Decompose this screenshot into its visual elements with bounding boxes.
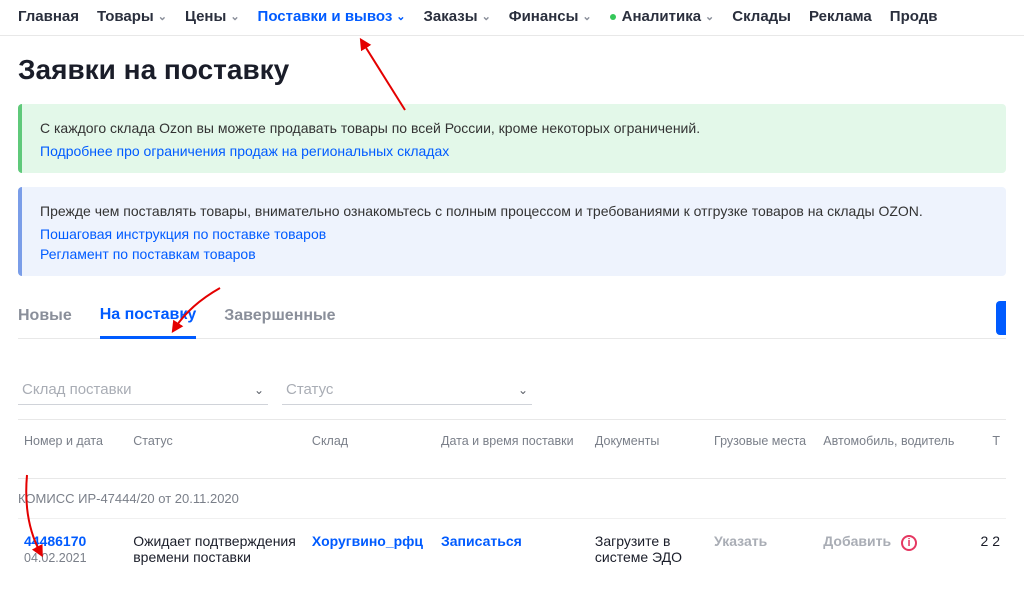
info-banner-instructions: Прежде чем поставлять товары, внимательн… bbox=[18, 187, 1006, 276]
order-date: 04.02.2021 bbox=[24, 551, 121, 565]
col-warehouse: Склад bbox=[306, 434, 435, 448]
nav-warehouses[interactable]: Склады bbox=[732, 8, 791, 25]
order-id-link[interactable]: 44486170 bbox=[24, 533, 121, 549]
info-banner-regions: С каждого склада Ozon вы можете продават… bbox=[18, 104, 1006, 173]
chevron-down-icon: ⌄ bbox=[230, 10, 239, 23]
filters-row: Склад поставки ⌄ Статус ⌄ bbox=[18, 339, 1006, 419]
row-car-action[interactable]: Добавить bbox=[823, 533, 891, 549]
notification-dot-icon bbox=[610, 14, 616, 20]
col-number: Номер и дата bbox=[18, 434, 127, 448]
tab-supply[interactable]: На поставку bbox=[100, 298, 197, 339]
chevron-down-icon: ⌄ bbox=[705, 10, 714, 23]
chevron-down-icon: ⌄ bbox=[158, 10, 167, 23]
nav-supply[interactable]: Поставки и вывоз⌄ bbox=[258, 8, 406, 25]
table-group-label: КОМИСС ИР-47444/20 от 20.11.2020 bbox=[18, 479, 1006, 519]
filter-warehouse[interactable]: Склад поставки ⌄ bbox=[18, 375, 268, 405]
filter-status[interactable]: Статус ⌄ bbox=[282, 375, 532, 405]
primary-action-button[interactable] bbox=[996, 301, 1006, 335]
col-datetime: Дата и время поставки bbox=[435, 434, 589, 448]
row-last: 2 2 bbox=[966, 533, 1006, 549]
nav-promo[interactable]: Продв bbox=[890, 8, 938, 25]
col-car: Автомобиль, водитель bbox=[817, 434, 966, 448]
table-header: Номер и дата Статус Склад Дата и время п… bbox=[18, 419, 1006, 479]
banner-text: С каждого склада Ozon вы можете продават… bbox=[40, 118, 988, 139]
table-row: 44486170 04.02.2021 Ожидает подтверждени… bbox=[18, 519, 1006, 579]
col-cargo: Грузовые места bbox=[708, 434, 817, 448]
chevron-down-icon: ⌄ bbox=[518, 383, 528, 397]
nav-analytics[interactable]: Аналитика⌄ bbox=[610, 8, 715, 25]
col-last: Т bbox=[966, 434, 1006, 448]
filter-placeholder: Склад поставки bbox=[22, 381, 132, 398]
chevron-down-icon: ⌄ bbox=[396, 10, 405, 23]
nav-prices[interactable]: Цены⌄ bbox=[185, 8, 240, 25]
row-signup-link[interactable]: Записаться bbox=[441, 533, 522, 549]
top-nav: Главная Товары⌄ Цены⌄ Поставки и вывоз⌄ … bbox=[0, 0, 1024, 36]
nav-finance[interactable]: Финансы⌄ bbox=[509, 8, 592, 25]
chevron-down-icon: ⌄ bbox=[254, 383, 264, 397]
nav-main[interactable]: Главная bbox=[18, 8, 79, 25]
row-status: Ожидает подтверждения времени поставки bbox=[127, 533, 306, 565]
page-title: Заявки на поставку bbox=[18, 54, 1006, 86]
banner-link-regulation[interactable]: Регламент по поставкам товаров bbox=[40, 246, 256, 262]
row-cargo-action[interactable]: Указать bbox=[714, 533, 767, 549]
row-documents: Загрузите в системе ЭДО bbox=[589, 533, 708, 565]
tab-completed[interactable]: Завершенные bbox=[224, 299, 335, 337]
tab-new[interactable]: Новые bbox=[18, 299, 72, 337]
nav-products[interactable]: Товары⌄ bbox=[97, 8, 167, 25]
info-icon[interactable]: i bbox=[901, 535, 917, 551]
chevron-down-icon: ⌄ bbox=[582, 10, 591, 23]
filter-placeholder: Статус bbox=[286, 381, 333, 398]
col-status: Статус bbox=[127, 434, 306, 448]
banner-link-instruction[interactable]: Пошаговая инструкция по поставке товаров bbox=[40, 226, 326, 242]
banner-text: Прежде чем поставлять товары, внимательн… bbox=[40, 201, 988, 222]
nav-ads[interactable]: Реклама bbox=[809, 8, 872, 25]
tabs: Новые На поставку Завершенные bbox=[18, 298, 1006, 339]
banner-link-regions[interactable]: Подробнее про ограничения продаж на реги… bbox=[40, 143, 449, 159]
nav-orders[interactable]: Заказы⌄ bbox=[424, 8, 491, 25]
row-warehouse-link[interactable]: Хоругвино_рфц bbox=[312, 533, 423, 549]
col-documents: Документы bbox=[589, 434, 708, 448]
chevron-down-icon: ⌄ bbox=[482, 10, 491, 23]
